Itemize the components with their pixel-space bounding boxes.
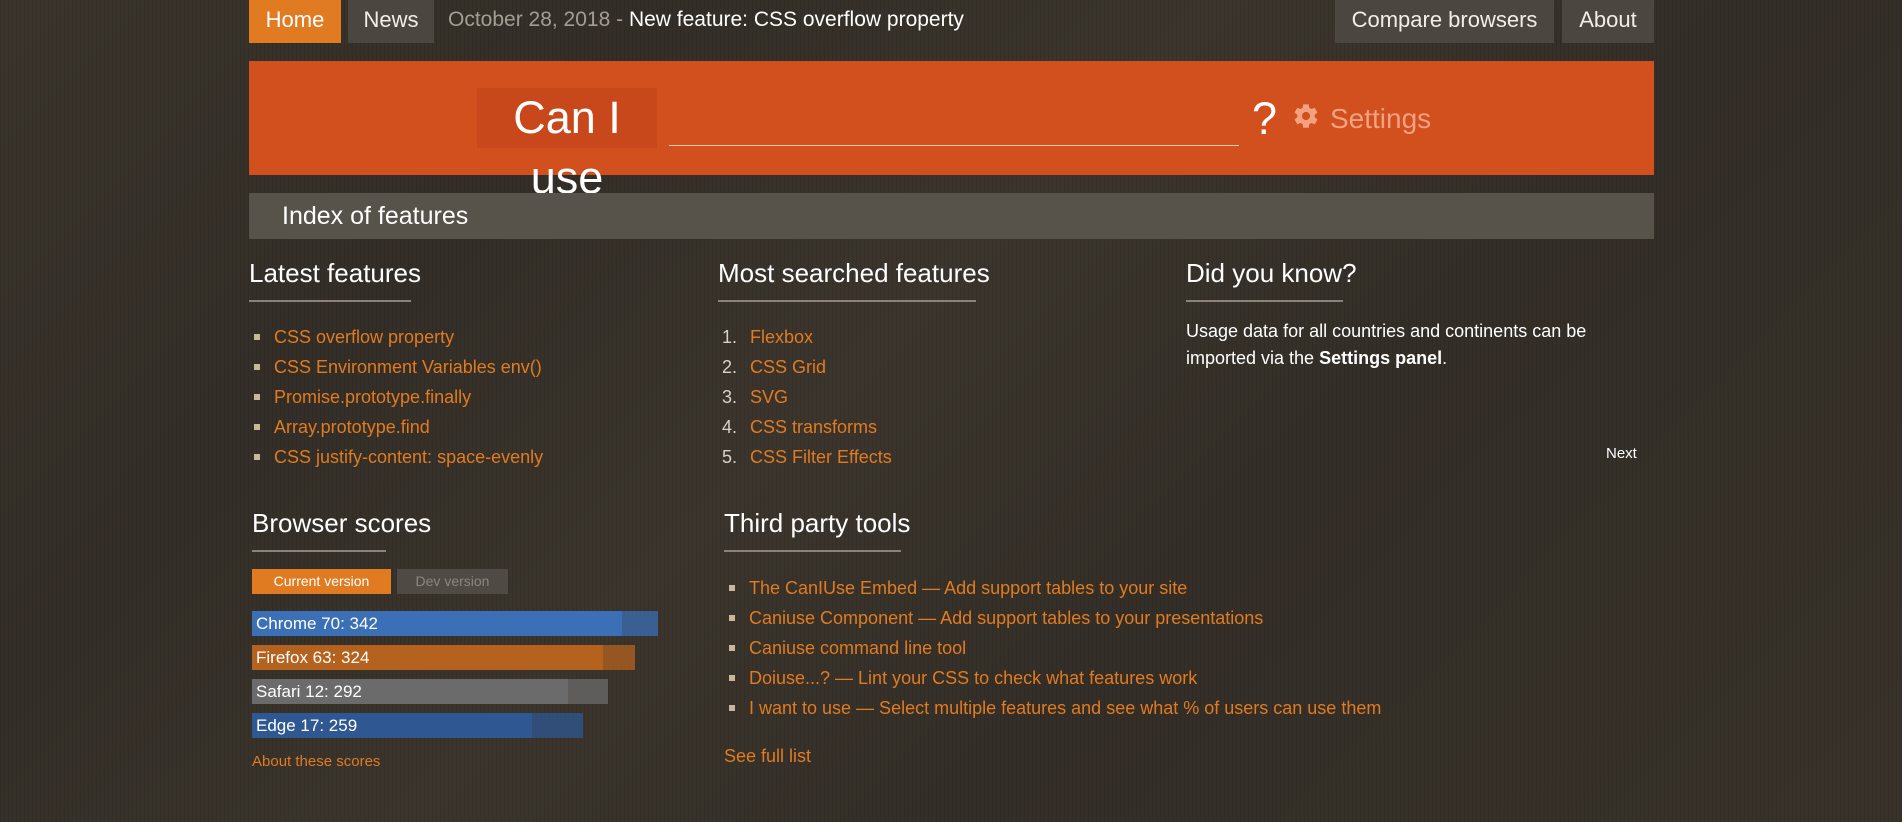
news-ticker: October 28, 2018 - New feature: CSS over… <box>448 0 964 40</box>
score-label: Safari 12: 292 <box>256 682 362 701</box>
list-item: CSS Environment Variables env() <box>249 352 543 382</box>
third-party-list: The CanIUse Embed — Add support tables t… <box>724 573 1381 723</box>
nav-about-button[interactable]: About <box>1562 0 1654 43</box>
settings-button[interactable]: Settings <box>1292 99 1431 139</box>
list-item: Doiuse...? — Lint your CSS to check what… <box>724 663 1381 693</box>
latest-feature-link[interactable]: CSS overflow property <box>274 327 454 347</box>
third-party-link[interactable]: I want to use — Select multiple features… <box>749 698 1381 718</box>
did-you-know-underline <box>1186 300 1343 302</box>
most-searched-heading: Most searched features <box>718 258 990 288</box>
most-searched-link[interactable]: Flexbox <box>750 327 813 347</box>
most-searched-link[interactable]: CSS Filter Effects <box>750 447 892 467</box>
index-of-features-bar[interactable]: Index of features <box>249 193 1654 239</box>
list-item: 3. SVG <box>722 387 789 407</box>
did-you-know-text: Usage data for all countries and contine… <box>1186 321 1587 368</box>
score-label: Edge 17: 259 <box>256 716 358 735</box>
search-prefix: Can I use <box>477 88 657 203</box>
list-item: 5. CSS Filter Effects <box>722 447 892 467</box>
news-separator: - <box>610 8 629 31</box>
nav-compare-browsers-button[interactable]: Compare browsers <box>1335 0 1554 43</box>
see-full-list-link[interactable]: See full list <box>724 746 811 767</box>
third-party-link[interactable]: Caniuse command line tool <box>749 638 966 658</box>
nav-home-button[interactable]: Home <box>249 0 341 43</box>
search-question-mark: ? <box>1252 93 1278 144</box>
news-date: October 28, 2018 <box>448 8 611 31</box>
latest-features-list: CSS overflow property CSS Environment Va… <box>249 322 543 472</box>
browser-scores-underline <box>252 550 386 552</box>
third-party-link[interactable]: Caniuse Component — Add support tables t… <box>749 608 1263 628</box>
settings-label: Settings <box>1330 103 1432 134</box>
most-searched-underline <box>718 300 976 302</box>
score-label: Firefox 63: 324 <box>256 648 370 667</box>
list-item: CSS overflow property <box>249 322 543 352</box>
browser-score-bar: Safari 12: 292 <box>252 679 608 704</box>
browser-score-bar: Edge 17: 259 <box>252 713 583 738</box>
list-item: The CanIUse Embed — Add support tables t… <box>724 573 1381 603</box>
latest-feature-link[interactable]: Promise.prototype.finally <box>274 387 471 407</box>
most-searched-link[interactable]: SVG <box>750 387 788 407</box>
about-scores-link[interactable]: About these scores <box>252 753 380 770</box>
third-party-underline <box>724 550 901 552</box>
gear-icon <box>1292 102 1330 137</box>
most-searched-link[interactable]: CSS Grid <box>750 357 826 377</box>
settings-panel-emphasis: Settings panel <box>1319 348 1443 368</box>
index-of-features-label: Index of features <box>282 202 469 230</box>
third-party-link[interactable]: The CanIUse Embed — Add support tables t… <box>749 578 1187 598</box>
tab-dev-version[interactable]: Dev version <box>397 569 508 594</box>
third-party-heading: Third party tools <box>724 508 911 538</box>
list-item: 4. CSS transforms <box>722 417 878 437</box>
list-item: 2. CSS Grid <box>722 357 827 377</box>
list-item: 1. Flexbox <box>722 327 814 347</box>
next-tip-button[interactable]: Next <box>1606 445 1637 462</box>
tab-current-version[interactable]: Current version <box>252 569 391 594</box>
nav-news-button[interactable]: News <box>348 0 434 43</box>
list-item: Promise.prototype.finally <box>249 382 543 412</box>
latest-feature-link[interactable]: CSS justify-content: space-evenly <box>274 447 543 467</box>
latest-features-underline <box>249 300 411 302</box>
news-headline-link[interactable]: New feature: CSS overflow property <box>629 8 964 31</box>
third-party-link[interactable]: Doiuse...? — Lint your CSS to check what… <box>749 668 1197 688</box>
most-searched-list: 1. Flexbox 2. CSS Grid 3. SVG 4. CSS transfo… <box>722 322 892 472</box>
page-container: Home News October 28, 2018 - New feature… <box>249 0 1654 822</box>
list-item: Array.prototype.find <box>249 412 543 442</box>
list-item: Caniuse Component — Add support tables t… <box>724 603 1381 633</box>
latest-features-heading: Latest features <box>249 258 421 288</box>
list-item: CSS justify-content: space-evenly <box>249 442 543 472</box>
list-item: Caniuse command line tool <box>724 633 1381 663</box>
did-you-know-heading: Did you know? <box>1186 258 1357 288</box>
most-searched-link[interactable]: CSS transforms <box>750 417 877 437</box>
list-item: I want to use — Select multiple features… <box>724 693 1381 723</box>
search-input[interactable] <box>669 99 1239 146</box>
score-label: Chrome 70: 342 <box>256 614 378 633</box>
search-banner: Can I use ? Settings <box>249 61 1654 203</box>
browser-score-bar: Chrome 70: 342 <box>252 611 658 636</box>
browser-scores-heading: Browser scores <box>252 508 432 538</box>
browser-score-bar: Firefox 63: 324 <box>252 645 635 670</box>
latest-feature-link[interactable]: CSS Environment Variables env() <box>274 357 542 377</box>
latest-feature-link[interactable]: Array.prototype.find <box>274 417 430 437</box>
top-nav: Home News October 28, 2018 - New feature… <box>249 0 1654 43</box>
